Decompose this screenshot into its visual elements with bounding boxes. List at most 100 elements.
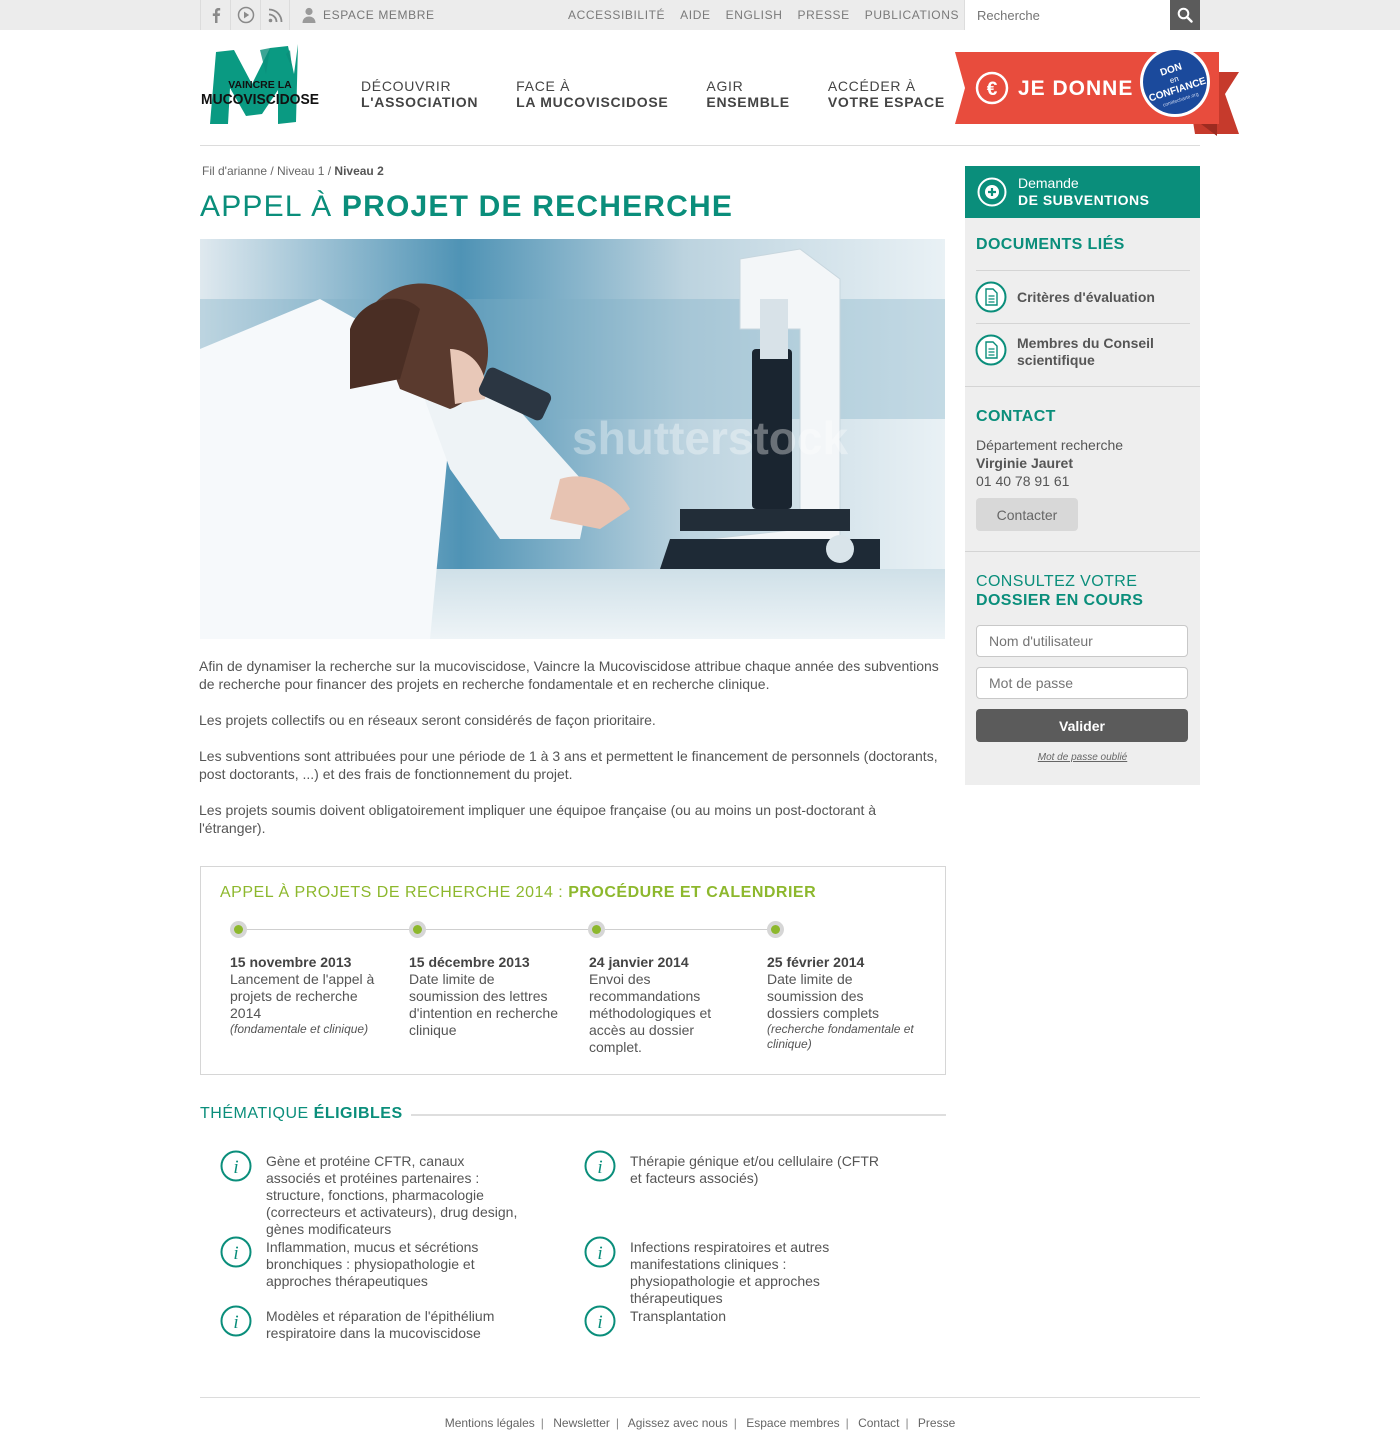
- facebook-icon[interactable]: [200, 0, 230, 30]
- document-link-criteria[interactable]: Critères d'évaluation: [975, 281, 1190, 317]
- timeline-date: 24 janvier 2014: [589, 954, 689, 970]
- intro-paragraph: Les subventions sont attribuées pour une…: [199, 748, 938, 782]
- timeline-dot: [409, 921, 426, 938]
- document-label: Membres du Conseil scientifique: [1017, 335, 1154, 368]
- info-icon: i: [220, 1150, 252, 1182]
- contact-name: Virginie Jauret: [976, 455, 1074, 471]
- thematique-item: i Transplantation: [584, 1305, 884, 1337]
- footer-link-agissez[interactable]: Agissez avec nous: [628, 1416, 728, 1430]
- nav-face-a-la-mucoviscidose[interactable]: FACE À LA MUCOVISCIDOSE: [516, 78, 668, 110]
- user-icon: [302, 7, 316, 23]
- svg-text:i: i: [597, 1312, 602, 1333]
- header-divider: [200, 145, 1200, 146]
- svg-text:shutterstock: shutterstock: [572, 412, 848, 464]
- svg-text:i: i: [233, 1157, 238, 1178]
- page-title: APPEL À PROJET DE RECHERCHE: [200, 190, 734, 223]
- timeline-dot: [767, 921, 784, 938]
- link-publications[interactable]: PUBLICATIONS: [865, 8, 959, 22]
- document-link-council[interactable]: Membres du Conseil scientifique: [975, 334, 1190, 370]
- footer-link-contact[interactable]: Contact: [858, 1416, 899, 1430]
- site-logo[interactable]: VAINCRE LA MUCOVISCIDOSE: [200, 44, 322, 126]
- contact-heading: CONTACT: [976, 408, 1056, 425]
- forgot-password-link[interactable]: Mot de passe oublié: [965, 752, 1200, 763]
- timeline-step: 15 novembre 2013 Lancement de l'appel à …: [230, 954, 380, 1037]
- youtube-play-icon[interactable]: [230, 0, 260, 30]
- submit-button[interactable]: Valider: [976, 709, 1188, 742]
- timeline-step: 24 janvier 2014 Envoi des recommandation…: [589, 954, 739, 1056]
- link-accessibilite[interactable]: ACCESSIBILITÉ: [568, 8, 665, 22]
- username-field[interactable]: [976, 625, 1188, 657]
- top-utility-bar: ESPACE MEMBRE ACCESSIBILITÉ AIDE ENGLISH…: [0, 0, 1400, 30]
- breadcrumb-level1[interactable]: Niveau 1: [277, 164, 324, 178]
- timeline-text: Date limite de soumission des dossiers c…: [767, 971, 880, 1021]
- timeline-date: 15 novembre 2013: [230, 954, 352, 970]
- link-aide[interactable]: AIDE: [680, 8, 710, 22]
- timeline-dot: [230, 921, 247, 938]
- thematique-item: i Inflammation, mucus et sécrétions bron…: [220, 1236, 520, 1290]
- footer-link-newsletter[interactable]: Newsletter: [553, 1416, 610, 1430]
- timeline-text: Envoi des recommandations méthodologique…: [589, 971, 712, 1055]
- info-icon: i: [584, 1236, 616, 1268]
- search-input[interactable]: [965, 0, 1171, 30]
- documents-heading: DOCUMENTS LIÉS: [976, 236, 1125, 253]
- link-english[interactable]: ENGLISH: [726, 8, 783, 22]
- contact-department: Département recherche: [976, 437, 1124, 453]
- timeline-text: Lancement de l'appel à projets de recher…: [230, 971, 375, 1021]
- divider: [976, 270, 1190, 271]
- timeline-date: 15 décembre 2013: [409, 954, 530, 970]
- contact-info: Département recherche Virginie Jauret 01…: [976, 436, 1123, 490]
- rss-icon[interactable]: [260, 0, 290, 30]
- breadcrumb: Fil d'arianne / Niveau 1 / Niveau 2: [202, 164, 384, 178]
- nav-agir-ensemble[interactable]: AGIR ENSEMBLE: [706, 78, 789, 110]
- thematique-item: i Gène et protéine CFTR, canaux associés…: [220, 1150, 520, 1238]
- footer-links: Mentions légales | Newsletter | Agissez av…: [0, 1416, 1400, 1430]
- link-presse[interactable]: PRESSE: [797, 8, 849, 22]
- member-area-label: ESPACE MEMBRE: [323, 8, 435, 22]
- timeline-dot: [588, 921, 605, 938]
- timeline-note: (recherche fondamentale et clinique): [767, 1022, 914, 1051]
- timeline-note: (fondamentale et clinique): [230, 1022, 369, 1036]
- separator: |: [615, 1416, 620, 1430]
- footer-divider: [200, 1397, 1200, 1398]
- separator: |: [905, 1416, 909, 1430]
- footer-link-espace-membres[interactable]: Espace membres: [746, 1416, 839, 1430]
- grant-request-line1: Demande: [1018, 175, 1079, 191]
- breadcrumb-level2: Niveau 2: [334, 164, 384, 178]
- calendar-timeline: APPEL À PROJETS DE RECHERCHE 2014 : PROC…: [200, 866, 946, 1075]
- thematique-item: i Modèles et réparation de l'épithélium …: [220, 1305, 520, 1342]
- svg-text:JE DONNE: JE DONNE: [1018, 77, 1133, 100]
- breadcrumb-root[interactable]: Fil d'arianne: [202, 164, 267, 178]
- nav-acceder-espace[interactable]: ACCÉDER À VOTRE ESPACE: [828, 78, 945, 110]
- timeline-step: 25 février 2014 Date limite de soumissio…: [767, 954, 917, 1052]
- separator: |: [540, 1416, 544, 1430]
- donate-button[interactable]: € JE DONNE DON en CONFIANCE comitecharte…: [955, 44, 1245, 140]
- timeline-title: APPEL À PROJETS DE RECHERCHE 2014 : PROC…: [220, 884, 817, 901]
- info-icon: i: [220, 1305, 252, 1337]
- svg-text:VAINCRE LA: VAINCRE LA: [228, 79, 292, 91]
- divider: [965, 386, 1200, 387]
- grant-request-button[interactable]: Demande DE SUBVENTIONS: [965, 166, 1200, 218]
- member-area-link[interactable]: ESPACE MEMBRE: [302, 0, 435, 30]
- contact-button[interactable]: Contacter: [976, 498, 1078, 531]
- search-icon: [1177, 7, 1193, 23]
- dossier-heading: CONSULTEZ VOTRE DOSSIER EN COURS: [976, 573, 1144, 609]
- info-icon: i: [220, 1236, 252, 1268]
- plus-circle-icon: [977, 177, 1007, 207]
- footer-link-mentions[interactable]: Mentions légales: [445, 1416, 535, 1430]
- info-icon: i: [584, 1150, 616, 1182]
- grant-request-line2: DE SUBVENTIONS: [1018, 192, 1150, 208]
- thematique-item: i Thérapie génique et/ou cellulaire (CFT…: [584, 1150, 884, 1187]
- separator: |: [733, 1416, 737, 1430]
- svg-text:i: i: [233, 1312, 238, 1333]
- intro-paragraph: Les projets soumis doivent obligatoireme…: [199, 802, 877, 836]
- divider: [965, 551, 1200, 552]
- svg-text:MUCOVISCIDOSE: MUCOVISCIDOSE: [201, 91, 319, 108]
- password-field[interactable]: [976, 667, 1188, 699]
- social-links: [200, 0, 290, 30]
- svg-text:i: i: [597, 1243, 602, 1264]
- footer-link-presse[interactable]: Presse: [918, 1416, 955, 1430]
- search-button[interactable]: [1170, 0, 1200, 30]
- timeline-text: Date limite de soumission des lettres d'…: [409, 971, 558, 1038]
- intro-paragraph: Afin de dynamiser la recherche sur la mu…: [199, 658, 939, 692]
- nav-decouvrir[interactable]: DÉCOUVRIR L'ASSOCIATION: [361, 78, 478, 110]
